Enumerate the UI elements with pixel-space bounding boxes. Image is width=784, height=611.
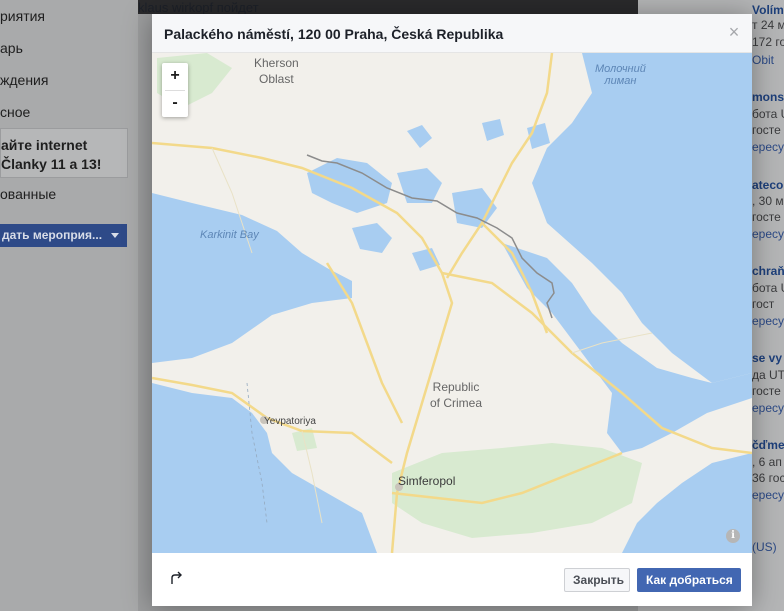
sidebar-item-saved[interactable]: ованные xyxy=(0,186,56,202)
background-sidebar: риятия арь ждения сное айте internet Čla… xyxy=(0,0,138,611)
right-column-text[interactable]: ересу xyxy=(752,140,784,154)
get-directions-button[interactable]: Как добраться xyxy=(637,568,741,592)
right-column-text: , 6 ап xyxy=(752,455,782,469)
map-label-karkinit-bay: Karkinit Bay xyxy=(200,229,259,241)
right-column-text[interactable]: ересу xyxy=(752,488,784,502)
caret-down-icon xyxy=(111,233,119,238)
close-button[interactable]: Закрыть xyxy=(564,568,630,592)
map-label-simferopol: Simferopol xyxy=(398,474,456,488)
promo-line-1: айте internet xyxy=(1,137,88,153)
sidebar-item-calendar[interactable]: арь xyxy=(0,40,23,56)
right-column-text: бота U xyxy=(752,281,784,295)
map-label-molochny: Молочний лиман xyxy=(595,63,646,87)
zoom-out-button[interactable]: - xyxy=(162,90,188,116)
zoom-in-button[interactable]: + xyxy=(162,63,188,89)
right-column-text[interactable]: monst xyxy=(752,90,784,104)
right-column-text: бота U xyxy=(752,107,784,121)
right-column-text[interactable]: Volím Pir xyxy=(752,3,784,17)
right-column-text: да UT xyxy=(752,368,784,382)
map-view[interactable]: Kherson Oblast Молочний лиман Karkinit B… xyxy=(152,53,752,553)
dialog-title: Palackého náměstí, 120 00 Praha, Česká R… xyxy=(164,26,504,42)
map-label-yevpatoriya: Yevpatoriya xyxy=(264,416,316,427)
right-column-text[interactable]: chraň xyxy=(752,264,784,278)
right-column-text: 36 гос xyxy=(752,471,784,485)
close-icon[interactable]: × xyxy=(726,23,742,41)
right-column-text[interactable]: ересу xyxy=(752,227,784,241)
right-column-text[interactable]: (US) xyxy=(752,540,777,554)
create-event-label: дать мероприя... xyxy=(2,228,103,242)
right-column-text[interactable]: ересу xyxy=(752,401,784,415)
dialog-header: Palackého náměstí, 120 00 Praha, Česká R… xyxy=(152,14,752,53)
dialog-footer: Закрыть Как добраться xyxy=(152,553,752,606)
right-column-text[interactable]: Obit xyxy=(752,53,774,67)
sidebar-promo[interactable]: айте internet Članky 11 a 13! xyxy=(0,128,128,178)
map-dialog: Palackého náměstí, 120 00 Praha, Česká R… xyxy=(152,14,752,606)
zoom-control: + - xyxy=(162,63,188,117)
right-column-text[interactable]: ересу xyxy=(752,314,784,328)
promo-line-2: Članky 11 a 13! xyxy=(1,156,102,172)
map-label-kherson-oblast: Kherson Oblast xyxy=(254,55,299,87)
map-label-crimea: Republic of Crimea xyxy=(430,380,483,410)
right-column-text: госте xyxy=(752,384,781,398)
right-column-text: госте xyxy=(752,210,781,224)
right-column-text[interactable]: se vy xyxy=(752,351,782,365)
right-column-text: т 24 м xyxy=(752,18,784,32)
kherson-label-text: Kherson Oblast xyxy=(254,56,299,86)
right-column-text[interactable]: atecor xyxy=(752,178,784,192)
right-column-text: госте xyxy=(752,123,781,137)
sidebar-item-events[interactable]: риятия xyxy=(0,8,45,24)
sidebar-item-discover[interactable]: сное xyxy=(0,104,30,120)
sidebar-item-birthdays[interactable]: ждения xyxy=(0,72,48,88)
create-event-button[interactable]: дать мероприя... xyxy=(0,224,127,247)
right-column-text: , 30 м xyxy=(752,194,784,208)
share-arrow-icon[interactable] xyxy=(168,570,184,586)
feed-footer-text: klaus wirkopf пойдет xyxy=(138,0,259,15)
right-column-text: гост xyxy=(752,297,775,311)
right-column-text: 172 гос xyxy=(752,35,784,49)
info-icon[interactable]: i xyxy=(726,529,740,543)
right-column-text[interactable]: čďme xyxy=(752,438,784,452)
